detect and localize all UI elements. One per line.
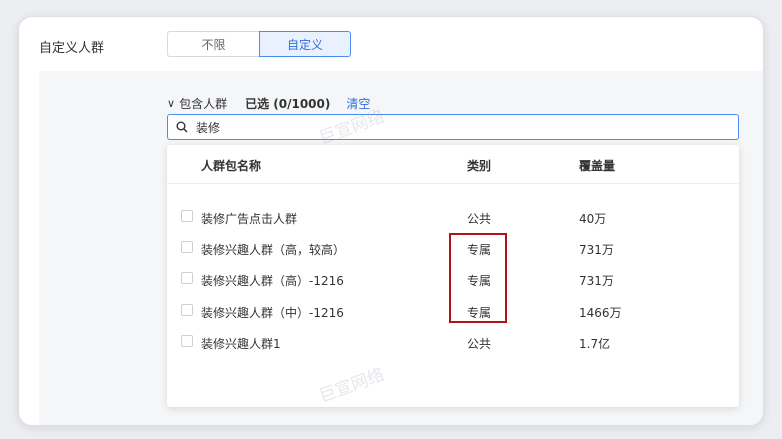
- row-coverage: 40万: [579, 212, 607, 226]
- row-name: 装修兴趣人群1: [201, 337, 281, 351]
- audience-dropdown: 人群包名称 类别 覆盖量 装修广告点击人群 公共 40万 装修兴趣人群（高，较高…: [167, 145, 739, 407]
- window: 自定义人群 不限 自定义 ∨ 包含人群 已选 (0/1000) 清空 人群包名称…: [18, 16, 764, 426]
- table-header: 人群包名称 类别 覆盖量: [167, 145, 739, 184]
- row-type: 公共: [467, 212, 492, 226]
- header-name: 人群包名称: [201, 159, 262, 173]
- highlight-box: [449, 233, 507, 323]
- row-checkbox[interactable]: [181, 304, 193, 316]
- row-name: 装修兴趣人群（中）-1216: [201, 306, 344, 320]
- row-checkbox[interactable]: [181, 241, 193, 253]
- selected-count: 已选 (0/1000): [245, 97, 331, 111]
- row-coverage: 731万: [579, 243, 614, 257]
- row-coverage: 1.7亿: [579, 337, 611, 351]
- search-icon: [176, 121, 188, 133]
- row-checkbox[interactable]: [181, 335, 193, 347]
- row-name: 装修兴趣人群（高）-1216: [201, 274, 344, 288]
- row-name: 装修兴趣人群（高，较高）: [201, 243, 346, 257]
- table-row[interactable]: 装修兴趣人群1 公共 1.7亿: [167, 327, 739, 357]
- row-type: 公共: [467, 337, 492, 351]
- row-coverage: 1466万: [579, 306, 622, 320]
- row-checkbox[interactable]: [181, 272, 193, 284]
- search-box[interactable]: [167, 114, 739, 140]
- table-row[interactable]: 装修广告点击人群 公共 40万: [167, 202, 739, 232]
- row-name: 装修广告点击人群: [201, 212, 298, 226]
- option-unlimited-button[interactable]: 不限: [167, 31, 259, 57]
- row-checkbox[interactable]: [181, 210, 193, 222]
- search-input[interactable]: [194, 116, 738, 138]
- header-coverage: 覆盖量: [579, 159, 616, 173]
- custom-audience-label: 自定义人群: [39, 41, 105, 56]
- include-audience-header: ∨ 包含人群 已选 (0/1000) 清空: [167, 95, 370, 112]
- option-custom-button[interactable]: 自定义: [259, 31, 351, 57]
- chevron-down-icon[interactable]: ∨: [167, 97, 175, 110]
- row-coverage: 731万: [579, 274, 614, 288]
- clear-link[interactable]: 清空: [346, 95, 370, 112]
- include-audience-label[interactable]: 包含人群: [179, 95, 227, 112]
- audience-mode-toggle: 不限 自定义: [167, 31, 351, 57]
- header-type: 类别: [467, 159, 492, 173]
